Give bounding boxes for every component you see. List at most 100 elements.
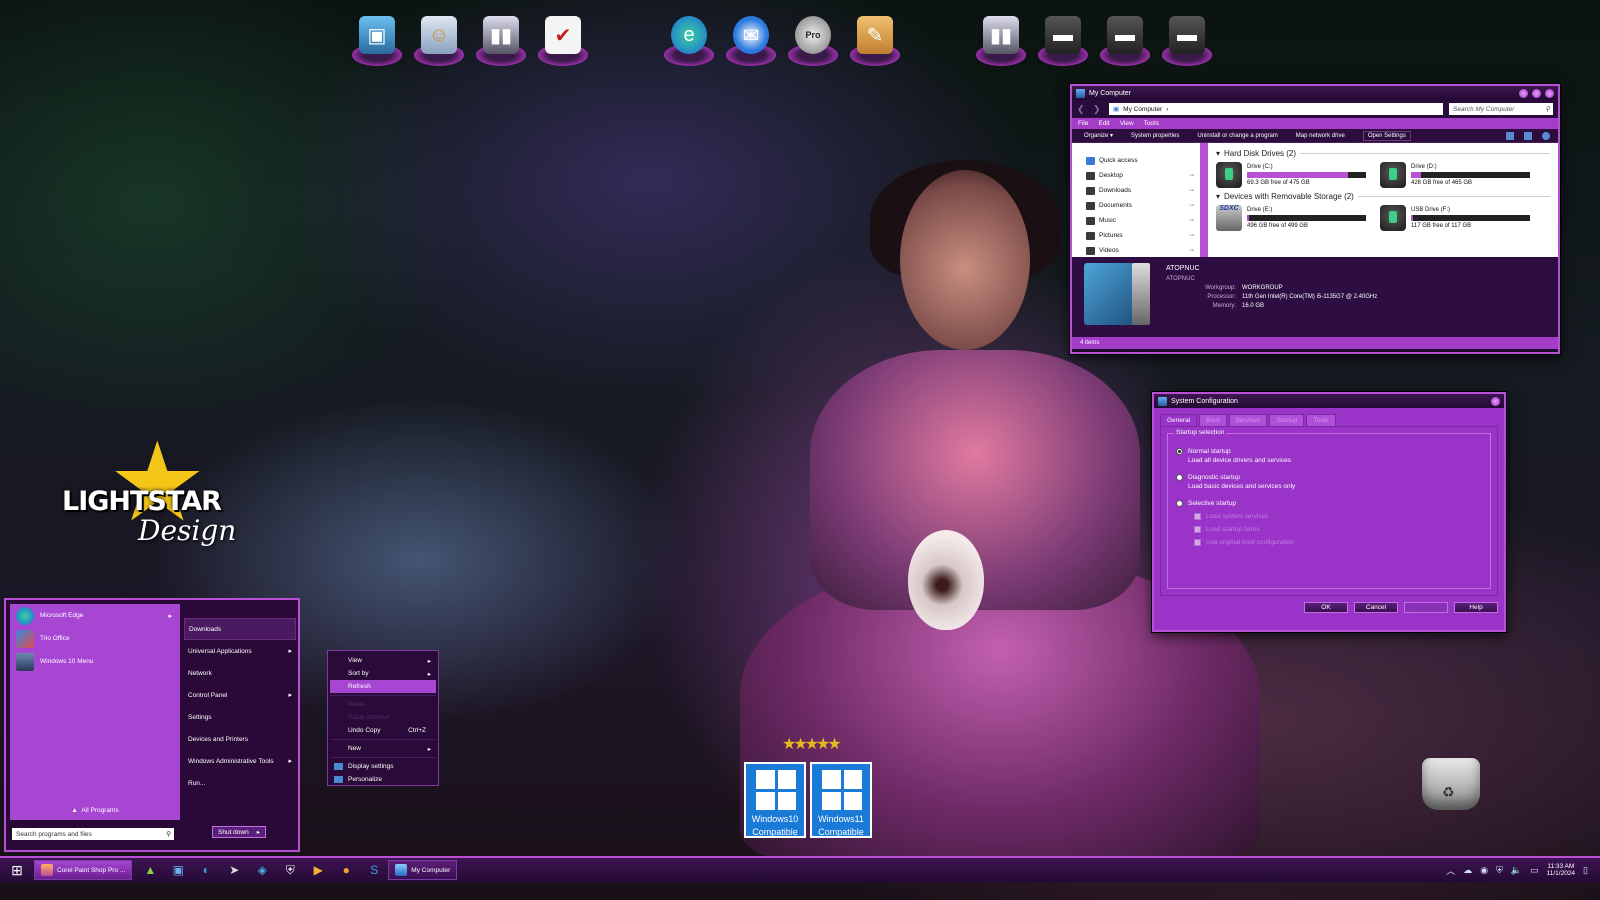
notifications-icon[interactable]: ▯ [1583, 865, 1588, 876]
ctx-paste-shortcut[interactable]: Paste shortcut [330, 711, 436, 724]
start-item-trio-office[interactable]: Trio Office [10, 627, 180, 650]
close-button[interactable] [1545, 88, 1554, 98]
system-properties-button[interactable]: System properties [1131, 133, 1179, 139]
nav-videos[interactable]: Videos ⊸ [1086, 243, 1200, 258]
ctx-display-settings[interactable]: Display settings [330, 760, 436, 773]
start-settings[interactable]: Settings [184, 706, 296, 728]
search-icon[interactable]: ⚲ [1545, 105, 1550, 113]
load-startup-items-checkbox[interactable]: Load startup items [1194, 526, 1482, 533]
ctx-view[interactable]: View ▸ [330, 654, 436, 667]
removable-section-header[interactable]: ▾ Devices with Removable Storage (2) [1216, 192, 1550, 201]
cancel-button[interactable]: Cancel [1354, 602, 1398, 613]
hdd-section-header[interactable]: ▾ Hard Disk Drives (2) [1216, 149, 1550, 158]
shutdown-button[interactable]: Shut down ▸ [212, 826, 266, 838]
forward-arrow-icon[interactable]: ❯ [1093, 104, 1103, 114]
tab-tools[interactable]: Tools [1306, 414, 1336, 426]
pinned-chrome-icon[interactable]: ● [332, 859, 360, 881]
preview-pane-icon[interactable] [1524, 131, 1532, 140]
recycle-bin-icon[interactable]: ♻ [1416, 752, 1486, 816]
dock-checklist-icon[interactable]: ✔ [536, 14, 590, 66]
pinned-cursor-icon[interactable]: ➤ [220, 859, 248, 881]
clock[interactable]: 11:33 AM 11/1/2024 [1547, 863, 1575, 878]
start-control-panel[interactable]: Control Panel ▸ [184, 684, 296, 706]
my-computer-titlebar[interactable]: My Computer [1072, 86, 1558, 100]
uninstall-program-button[interactable]: Uninstall or change a program [1197, 133, 1277, 139]
ok-button[interactable]: OK [1304, 602, 1348, 613]
normal-startup-radio[interactable]: Normal startup [1176, 448, 1482, 455]
system-configuration-window[interactable]: System Configuration General Boot Servic… [1152, 392, 1506, 632]
menu-view[interactable]: View [1120, 120, 1134, 127]
start-button[interactable]: ⊞ [0, 859, 34, 881]
dock-folder-icon[interactable]: ▬ [1036, 14, 1090, 66]
security-icon[interactable]: ⛨ [1496, 865, 1503, 876]
tab-services[interactable]: Services [1228, 414, 1268, 426]
search-input[interactable]: Search My Computer ⚲ [1449, 103, 1553, 115]
cloud-icon[interactable]: ☁ [1463, 865, 1472, 876]
pinned-explorer-icon[interactable]: ▣ [164, 859, 192, 881]
pinned-android-icon[interactable]: ▲ [136, 859, 164, 881]
view-options-icon[interactable] [1506, 131, 1514, 140]
dock-folder-icon-3[interactable]: ▬ [1160, 14, 1214, 66]
start-devices-printers[interactable]: Devices and Printers [184, 728, 296, 750]
pinned-shield-icon[interactable]: ⛨ [276, 859, 304, 881]
selective-startup-radio[interactable]: Selective startup [1176, 500, 1482, 507]
chevron-up-icon[interactable]: ︿ [1446, 864, 1455, 877]
volume-icon[interactable]: 🔈 [1511, 865, 1522, 876]
ctx-refresh[interactable]: Refresh [330, 680, 436, 693]
pinned-layers-icon[interactable]: ◈ [248, 859, 276, 881]
menu-tools[interactable]: Tools [1144, 120, 1159, 127]
path-field[interactable]: ▣ My Computer › [1109, 103, 1443, 115]
map-network-drive-button[interactable]: Map network drive [1296, 133, 1345, 139]
nav-documents[interactable]: Documents ⊸ [1086, 198, 1200, 213]
start-search-input[interactable]: Search programs and files ⚲ [12, 828, 174, 840]
chevron-right-icon[interactable]: ▸ [257, 828, 260, 836]
nav-music[interactable]: Music ⊸ [1086, 213, 1200, 228]
menu-file[interactable]: File [1078, 120, 1088, 127]
nav-quick-access[interactable]: Quick access [1086, 153, 1200, 168]
start-downloads[interactable]: Downloads [184, 618, 296, 640]
original-boot-config-checkbox[interactable]: Use original boot configuration [1194, 539, 1482, 546]
drive-c[interactable]: Drive (C:) 69.3 GB free of 475 GB [1216, 162, 1366, 188]
dock-folder-icon-2[interactable]: ▬ [1098, 14, 1152, 66]
minimize-button[interactable] [1519, 88, 1528, 98]
start-universal-apps[interactable]: Universal Applications ▸ [184, 640, 296, 662]
menu-edit[interactable]: Edit [1098, 120, 1109, 127]
dock-computer-icon[interactable]: ▣ [350, 14, 404, 66]
help-button[interactable]: Help [1454, 602, 1498, 613]
start-item-win10-menu[interactable]: Windows 10 Menu [10, 650, 180, 673]
my-computer-window[interactable]: My Computer ❮ ❯ ▣ My Computer › Search My … [1070, 84, 1560, 354]
help-icon[interactable] [1542, 131, 1550, 140]
pinned-skype-icon[interactable]: S [360, 859, 388, 881]
back-arrow-icon[interactable]: ❮ [1077, 104, 1087, 114]
network-icon[interactable]: ◉ [1480, 865, 1488, 876]
organize-button[interactable]: Organize ▾ [1084, 132, 1113, 139]
start-item-edge[interactable]: Microsoft Edge ▸ [10, 604, 180, 627]
ctx-paste[interactable]: Paste [330, 698, 436, 711]
open-settings-button[interactable]: Open Settings [1362, 130, 1411, 141]
ctx-new[interactable]: New ▸ [330, 742, 436, 755]
drive-e[interactable]: SDXC Drive (E:) 496 GB free of 499 GB [1216, 205, 1366, 231]
nav-pictures[interactable]: Pictures ⊸ [1086, 228, 1200, 243]
dock-users-icon[interactable]: ☺ [412, 14, 466, 66]
ctx-sort-by[interactable]: Sort by ▸ [330, 667, 436, 680]
start-admin-tools[interactable]: Windows Administrative Tools ▸ [184, 750, 296, 772]
start-network[interactable]: Network [184, 662, 296, 684]
all-programs-button[interactable]: ▲ All Programs [10, 807, 180, 814]
ctx-undo-copy[interactable]: Undo Copy Ctrl+Z [330, 724, 436, 737]
load-system-services-checkbox[interactable]: Load system services [1194, 513, 1482, 520]
dock-tower-icon[interactable]: ▮▮ [474, 14, 528, 66]
ctx-personalize[interactable]: Personalize [330, 773, 436, 786]
nav-scrollbar[interactable] [1200, 143, 1208, 257]
pinned-edge-icon[interactable]: ◐ [192, 859, 220, 881]
drive-d[interactable]: Drive (D:) 426 GB free of 465 GB [1380, 162, 1530, 188]
dock-pro-disc-icon[interactable]: Pro [786, 14, 840, 66]
msconfig-titlebar[interactable]: System Configuration [1154, 394, 1504, 408]
task-corel-paintshop[interactable]: Corel Paint Shop Pro ... [34, 860, 133, 880]
tab-boot[interactable]: Boot [1199, 414, 1227, 426]
dock-tower-icon-2[interactable]: ▮▮ [974, 14, 1028, 66]
start-run[interactable]: Run... [184, 772, 296, 794]
close-button[interactable] [1491, 396, 1500, 406]
drive-f[interactable]: USB Drive (F:) 117 GB free of 117 GB [1380, 205, 1530, 231]
dock-thunderbird-icon[interactable]: ✉ [724, 14, 778, 66]
pinned-media-icon[interactable]: ▶ [304, 859, 332, 881]
